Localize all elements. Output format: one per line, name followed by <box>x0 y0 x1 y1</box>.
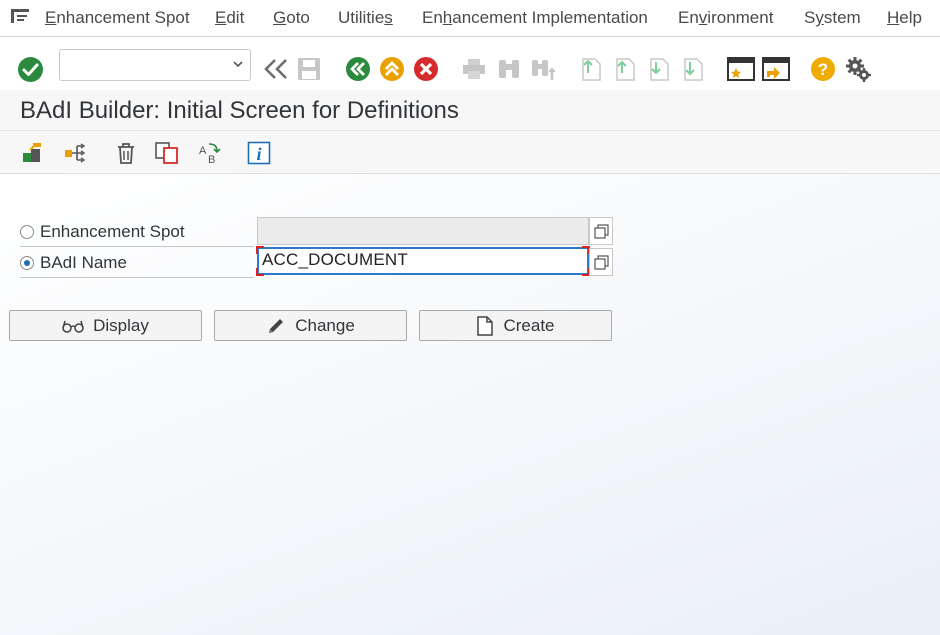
other-object-icon[interactable] <box>21 141 46 165</box>
create-button[interactable]: Create <box>419 310 612 341</box>
value-help-icon <box>594 224 609 239</box>
enhancement-spot-option[interactable]: Enhancement Spot <box>20 217 254 247</box>
find-icon[interactable] <box>496 57 522 81</box>
shortcut-icon[interactable] <box>762 56 790 82</box>
pencil-icon <box>269 318 284 333</box>
enhancement-spot-radio[interactable] <box>20 224 34 239</box>
svg-text:A: A <box>199 145 207 157</box>
previous-page-icon[interactable] <box>612 56 638 82</box>
help-icon[interactable]: ? <box>810 56 836 82</box>
svg-text:B: B <box>208 154 215 165</box>
menu-item-label: nhancement Spot <box>56 8 190 27</box>
menu-item-edit[interactable]: Edit <box>215 8 244 28</box>
menu-item-enhancement-implementation[interactable]: Enhancement Implementation <box>422 8 648 28</box>
change-button-label: Change <box>295 315 355 335</box>
info-icon[interactable]: i <box>247 141 271 165</box>
display-button-label: Display <box>93 315 149 335</box>
svg-text:i: i <box>256 144 261 164</box>
title-bar: BAdI Builder: Initial Screen for Definit… <box>0 90 940 131</box>
enhancement-spot-field <box>257 217 589 245</box>
copy-icon[interactable] <box>154 141 180 165</box>
menu-item-enhancement-spot[interactable]: Enhancement Spot <box>45 8 190 28</box>
rename-icon[interactable]: A B <box>197 141 221 165</box>
print-icon[interactable] <box>461 57 487 81</box>
enter-icon[interactable] <box>17 56 44 83</box>
menu-item-label: oto <box>286 8 310 27</box>
menu-item-label: Utilities <box>338 8 393 27</box>
menu-bar: Enhancement Spot Edit Goto Utilities Enh… <box>0 0 940 37</box>
change-button[interactable]: Change <box>214 310 407 341</box>
menu-item-label: dit <box>226 8 245 27</box>
new-document-icon <box>477 315 494 336</box>
application-toolbar <box>0 131 940 174</box>
svg-text:?: ? <box>818 60 828 79</box>
enhancement-spot-label: Enhancement Spot <box>40 221 185 241</box>
badi-name-option[interactable]: BAdI Name <box>20 248 254 278</box>
save-icon[interactable] <box>296 56 322 82</box>
chevron-down-icon[interactable] <box>232 58 244 70</box>
display-button[interactable]: Display <box>9 310 202 341</box>
badi-name-value-help[interactable] <box>589 248 613 276</box>
settings-icon[interactable] <box>845 56 872 83</box>
menu-item-label: Environment <box>678 8 774 27</box>
menu-item-help[interactable]: Help <box>887 8 922 28</box>
badi-name-field[interactable] <box>256 246 590 276</box>
find-next-icon[interactable] <box>530 57 556 81</box>
exit-icon[interactable] <box>379 56 405 82</box>
command-field[interactable] <box>59 49 251 81</box>
new-session-icon[interactable] <box>727 56 755 82</box>
delete-icon[interactable] <box>114 141 138 165</box>
next-page-icon[interactable] <box>646 56 672 82</box>
value-help-icon <box>594 255 609 270</box>
collapse-command-icon[interactable] <box>262 57 290 81</box>
content-area: Enhancement Spot BAdI Name Display <box>0 174 940 635</box>
menu-item-label: Enhancement Implementation <box>422 8 648 27</box>
menu-item-label: elp <box>899 8 922 27</box>
create-button-label: Create <box>503 315 555 335</box>
menu-item-environment[interactable]: Environment <box>678 8 773 28</box>
enhancement-spot-value-help[interactable] <box>589 217 613 245</box>
menu-item-label: System <box>804 8 861 27</box>
first-page-icon[interactable] <box>578 56 604 82</box>
badi-name-label: BAdI Name <box>40 252 127 272</box>
badi-name-input[interactable] <box>262 249 562 271</box>
last-page-icon[interactable] <box>680 56 706 82</box>
menu-item-goto[interactable]: Goto <box>273 8 310 28</box>
page-title: BAdI Builder: Initial Screen for Definit… <box>20 97 459 124</box>
menu-item-system[interactable]: System <box>804 8 861 28</box>
glasses-icon <box>62 320 84 333</box>
command-input[interactable] <box>64 50 228 80</box>
menu-item-utilities[interactable]: Utilities <box>338 8 393 28</box>
menu-icon[interactable] <box>10 8 30 24</box>
where-used-icon[interactable] <box>63 141 88 165</box>
cancel-icon[interactable] <box>413 56 439 82</box>
badi-name-radio[interactable] <box>20 255 34 270</box>
back-icon[interactable] <box>345 56 371 82</box>
